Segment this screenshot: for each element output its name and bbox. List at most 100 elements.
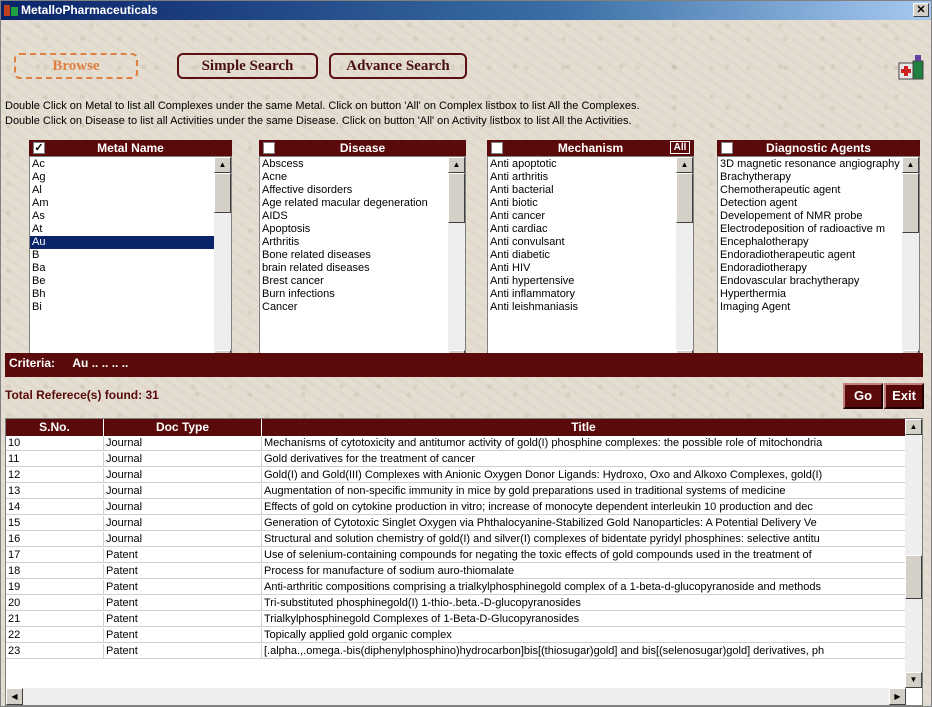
- table-row[interactable]: 20 Patent Tri-substituted phosphinegold(I)…: [6, 596, 906, 611]
- diagnostic-scrollbar[interactable]: ▲ ▼: [902, 157, 919, 366]
- scroll-thumb[interactable]: [676, 173, 693, 223]
- list-item[interactable]: 3D magnetic resonance angiography: [718, 158, 902, 171]
- mechanism-checkbox[interactable]: [491, 142, 503, 154]
- list-item[interactable]: Anti cancer: [488, 210, 676, 223]
- table-row[interactable]: 14 Journal Effects of gold on cytokine pro…: [6, 500, 906, 515]
- scroll-up-icon[interactable]: ▲: [905, 419, 922, 435]
- list-item[interactable]: Chemotherapeutic agent: [718, 184, 902, 197]
- scroll-thumb[interactable]: [448, 173, 465, 223]
- table-row[interactable]: 22 Patent Topically applied gold organic c…: [6, 628, 906, 643]
- scroll-down-icon[interactable]: ▼: [905, 672, 922, 688]
- list-item[interactable]: Be: [30, 275, 214, 288]
- list-item[interactable]: Abscess: [260, 158, 448, 171]
- diagnostic-listbox[interactable]: 3D magnetic resonance angiography Brachyt…: [717, 156, 920, 367]
- list-item[interactable]: Affective disorders: [260, 184, 448, 197]
- disease-listbox[interactable]: Abscess Acne Affective disorders Age relate…: [259, 156, 466, 367]
- mechanism-listbox[interactable]: Anti apoptotic Anti arthritis Anti bacteri…: [487, 156, 694, 367]
- list-item[interactable]: Au: [30, 236, 214, 249]
- list-item[interactable]: Bi: [30, 301, 214, 314]
- scroll-thumb[interactable]: [902, 173, 919, 233]
- close-icon[interactable]: ✕: [913, 3, 929, 17]
- list-item[interactable]: Burn infections: [260, 288, 448, 301]
- list-item[interactable]: Al: [30, 184, 214, 197]
- list-item[interactable]: Anti hypertensive: [488, 275, 676, 288]
- list-item[interactable]: Anti leishmaniasis: [488, 301, 676, 314]
- metal-checkbox[interactable]: ✓: [33, 142, 45, 154]
- table-row[interactable]: 15 Journal Generation of Cytotoxic Singlet…: [6, 516, 906, 531]
- list-item[interactable]: Anti apoptotic: [488, 158, 676, 171]
- col-header-doc-type[interactable]: Doc Type: [104, 419, 262, 436]
- list-item[interactable]: As: [30, 210, 214, 223]
- table-row[interactable]: 16 Journal Structural and solution chemist…: [6, 532, 906, 547]
- table-row[interactable]: 17 Patent Use of selenium-containing compo…: [6, 548, 906, 563]
- list-item[interactable]: Cancer: [260, 301, 448, 314]
- list-item[interactable]: Anti convulsant: [488, 236, 676, 249]
- table-row[interactable]: 23 Patent [.alpha.,.omega.-bis(diphenylpho…: [6, 644, 906, 659]
- list-item[interactable]: Anti inflammatory: [488, 288, 676, 301]
- scroll-up-icon[interactable]: ▲: [448, 157, 465, 173]
- scroll-up-icon[interactable]: ▲: [676, 157, 693, 173]
- list-item[interactable]: Arthritis: [260, 236, 448, 249]
- go-button[interactable]: Go: [843, 383, 883, 409]
- list-item[interactable]: At: [30, 223, 214, 236]
- list-item[interactable]: Endoradiotherapeutic agent: [718, 249, 902, 262]
- list-item[interactable]: Ba: [30, 262, 214, 275]
- list-item[interactable]: Developement of NMR probe: [718, 210, 902, 223]
- col-header-title[interactable]: Title: [262, 419, 906, 436]
- list-item[interactable]: Anti bacterial: [488, 184, 676, 197]
- disease-checkbox[interactable]: [263, 142, 275, 154]
- list-item[interactable]: Acne: [260, 171, 448, 184]
- list-item[interactable]: Anti arthritis: [488, 171, 676, 184]
- results-grid[interactable]: S.No. Doc Type Title 10 Journal Mechanisms…: [5, 418, 923, 706]
- grid-vscrollbar[interactable]: ▲ ▼: [905, 419, 922, 688]
- list-item[interactable]: Age related macular degeneration: [260, 197, 448, 210]
- mechanism-all-button[interactable]: All: [670, 141, 690, 154]
- table-row[interactable]: 10 Journal Mechanisms of cytotoxicity and …: [6, 436, 906, 451]
- table-row[interactable]: 11 Journal Gold derivatives for the treatm…: [6, 452, 906, 467]
- tab-browse[interactable]: Browse: [14, 53, 138, 79]
- scroll-thumb[interactable]: [214, 173, 231, 213]
- scroll-thumb[interactable]: [905, 555, 922, 599]
- list-item[interactable]: Anti biotic: [488, 197, 676, 210]
- table-row[interactable]: 12 Journal Gold(I) and Gold(III) Complexes…: [6, 468, 906, 483]
- list-item[interactable]: Ac: [30, 158, 214, 171]
- list-item[interactable]: Anti cardiac: [488, 223, 676, 236]
- list-item[interactable]: Endovascular brachytherapy: [718, 275, 902, 288]
- metal-scrollbar[interactable]: ▲ ▼: [214, 157, 231, 366]
- tab-advance-search[interactable]: Advance Search: [329, 53, 467, 79]
- list-item[interactable]: Am: [30, 197, 214, 210]
- list-item[interactable]: Bh: [30, 288, 214, 301]
- exit-button[interactable]: Exit: [884, 383, 924, 409]
- list-item[interactable]: Anti HIV: [488, 262, 676, 275]
- list-item[interactable]: Brachytherapy: [718, 171, 902, 184]
- scroll-up-icon[interactable]: ▲: [214, 157, 231, 173]
- list-item[interactable]: Detection agent: [718, 197, 902, 210]
- table-row[interactable]: 21 Patent Trialkylphosphinegold Complexes …: [6, 612, 906, 627]
- tab-simple-search[interactable]: Simple Search: [177, 53, 318, 79]
- diagnostic-checkbox[interactable]: [721, 142, 733, 154]
- grid-hscrollbar[interactable]: ◀ ▶: [6, 688, 906, 705]
- mechanism-scrollbar[interactable]: ▲ ▼: [676, 157, 693, 366]
- list-item[interactable]: AIDS: [260, 210, 448, 223]
- metal-listbox[interactable]: AcAgAlAmAsAtAuBBaBeBhBi ▲ ▼: [29, 156, 232, 367]
- table-row[interactable]: 13 Journal Augmentation of non-specific im…: [6, 484, 906, 499]
- list-item[interactable]: Apoptosis: [260, 223, 448, 236]
- list-item[interactable]: brain related diseases: [260, 262, 448, 275]
- list-item[interactable]: B: [30, 249, 214, 262]
- list-item[interactable]: Endoradiotherapy: [718, 262, 902, 275]
- table-row[interactable]: 18 Patent Process for manufacture of sodiu…: [6, 564, 906, 579]
- table-row[interactable]: 19 Patent Anti-arthritic compositions comp…: [6, 580, 906, 595]
- scroll-left-icon[interactable]: ◀: [6, 688, 23, 705]
- list-item[interactable]: Imaging Agent: [718, 301, 902, 314]
- list-item[interactable]: Brest cancer: [260, 275, 448, 288]
- list-item[interactable]: Electrodeposition of radioactive m: [718, 223, 902, 236]
- list-item[interactable]: Encephalotherapy: [718, 236, 902, 249]
- disease-scrollbar[interactable]: ▲ ▼: [448, 157, 465, 366]
- list-item[interactable]: Ag: [30, 171, 214, 184]
- scroll-up-icon[interactable]: ▲: [902, 157, 919, 173]
- list-item[interactable]: Anti diabetic: [488, 249, 676, 262]
- col-header-sno[interactable]: S.No.: [6, 419, 104, 436]
- list-item[interactable]: Hyperthermia: [718, 288, 902, 301]
- list-item[interactable]: Bone related diseases: [260, 249, 448, 262]
- scroll-right-icon[interactable]: ▶: [889, 688, 906, 705]
